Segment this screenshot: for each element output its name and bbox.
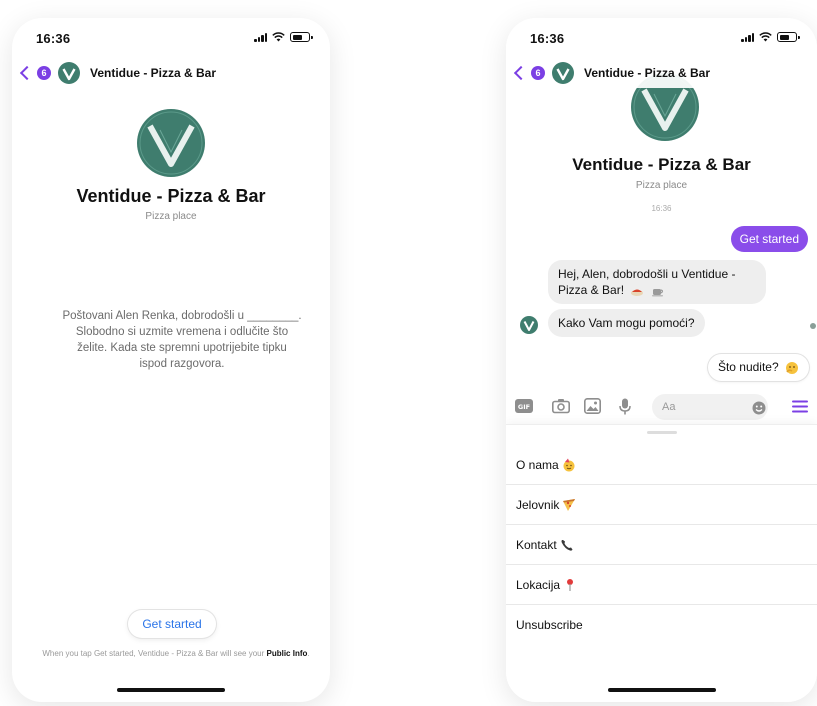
sheet-grabber-handle[interactable] — [646, 431, 677, 434]
chevron-left-icon — [19, 65, 35, 81]
unread-count-badge: 6 — [37, 66, 51, 80]
status-time: 16:36 — [36, 31, 71, 46]
wifi-icon — [759, 32, 772, 42]
back-button[interactable]: 6 — [12, 65, 51, 81]
incoming-message[interactable]: Hej, Alen, dobrodošli u Ventidue - Pizza… — [548, 260, 766, 304]
phone-conversation-screen: 16:36 6 Ventidue - Pizza & Bar Ventidue … — [506, 18, 817, 702]
public-info-link[interactable]: Public Info — [267, 649, 308, 658]
incoming-message[interactable]: Kako Vam mogu pomoći? — [548, 309, 705, 337]
page-name: Ventidue - Pizza & Bar — [572, 155, 751, 174]
thinking-emoji-icon — [786, 361, 798, 374]
menu-item-o-nama[interactable]: O nama — [506, 445, 817, 485]
get-started-disclaimer: When you tap Get started, Ventidue - Piz… — [40, 648, 312, 659]
conversation-header: 6 Ventidue - Pizza & Bar — [12, 58, 330, 88]
welcome-message: Poštovani Alen Renka, dobrodošli u _____… — [62, 310, 302, 370]
message-input[interactable]: Aa — [652, 394, 768, 420]
cellular-signal-icon — [254, 32, 267, 42]
unread-count-badge: 6 — [531, 66, 545, 80]
image-icon[interactable] — [584, 398, 601, 414]
status-bar: 16:36 — [12, 18, 330, 54]
status-bar: 16:36 — [506, 18, 817, 54]
home-indicator — [117, 688, 225, 692]
microphone-icon[interactable] — [619, 398, 631, 415]
conversation-title[interactable]: Ventidue - Pizza & Bar — [584, 66, 710, 80]
battery-icon — [290, 32, 313, 42]
menu-item-label: Kontakt — [516, 537, 557, 552]
menu-item-label: Jelovnik — [516, 497, 560, 512]
home-indicator — [607, 688, 716, 692]
emoji-icon[interactable] — [752, 401, 766, 415]
get-started-button[interactable]: Get started — [128, 610, 216, 638]
outgoing-message-text: Što nudite? — [717, 360, 779, 374]
battery-icon — [777, 32, 800, 42]
menu-item-unsubscribe[interactable]: Unsubscribe — [506, 605, 817, 645]
page-avatar[interactable] — [58, 62, 80, 84]
persistent-menu: O nama Jelovnik Kontakt Lokacija Unsubsc… — [506, 445, 817, 645]
menu-item-label: Unsubscribe — [516, 618, 583, 632]
conversation-title[interactable]: Ventidue - Pizza & Bar — [90, 66, 216, 80]
status-time: 16:36 — [530, 31, 565, 46]
camera-icon[interactable] — [552, 398, 570, 414]
page-logo — [137, 109, 205, 177]
outgoing-message[interactable]: Što nudite? — [707, 354, 809, 381]
outgoing-message[interactable]: Get started — [730, 226, 808, 252]
chevron-left-icon — [513, 65, 529, 81]
screenshot-stage: 16:36 6 Ventidue - Pizza & Bar Ventidue … — [0, 0, 817, 706]
disclaimer-text: When you tap Get started, Ventidue - Piz… — [42, 649, 265, 658]
page-name: Ventidue - Pizza & Bar — [76, 186, 266, 206]
gif-icon[interactable]: GIF — [515, 398, 533, 414]
page-avatar[interactable] — [552, 62, 574, 84]
menu-item-label: Lokacija — [516, 577, 561, 592]
menu-item-label: O nama — [516, 457, 559, 472]
menu-item-kontakt[interactable]: Kontakt — [506, 525, 817, 565]
menu-item-jelovnik[interactable]: Jelovnik — [506, 485, 817, 525]
status-icons — [254, 32, 313, 42]
telephone-emoji-icon — [561, 539, 573, 551]
coffee-emoji-icon — [651, 288, 663, 297]
back-button[interactable]: 6 — [506, 65, 545, 81]
status-icons — [741, 32, 800, 42]
conversation-header: 6 Ventidue - Pizza & Bar — [506, 58, 817, 88]
incoming-message-text: Hej, Alen, dobrodošli u Ventidue - Pizza… — [558, 267, 736, 297]
page-avatar-small — [520, 316, 538, 334]
wifi-icon — [272, 32, 285, 42]
conversation-timestamp: 16:36 — [651, 204, 672, 213]
read-receipt-icon — [810, 323, 816, 329]
phone-welcome-screen: 16:36 6 Ventidue - Pizza & Bar Ventidue … — [12, 18, 330, 702]
pizza-pasta-emoji-icon — [631, 289, 644, 296]
page-category: Pizza place — [635, 180, 688, 191]
party-face-emoji-icon — [563, 458, 575, 471]
persistent-menu-sheet: O nama Jelovnik Kontakt Lokacija Unsubsc… — [506, 424, 817, 702]
message-composer: GIF Aa — [506, 390, 817, 424]
menu-item-lokacija[interactable]: Lokacija — [506, 565, 817, 605]
svg-text:GIF: GIF — [518, 403, 530, 411]
pizza-emoji-icon — [563, 498, 576, 511]
cellular-signal-icon — [741, 32, 754, 42]
menu-icon[interactable] — [792, 400, 808, 413]
disclaimer-suffix: . — [307, 649, 310, 658]
page-category: Pizza place — [145, 211, 197, 222]
pin-emoji-icon — [567, 578, 574, 591]
